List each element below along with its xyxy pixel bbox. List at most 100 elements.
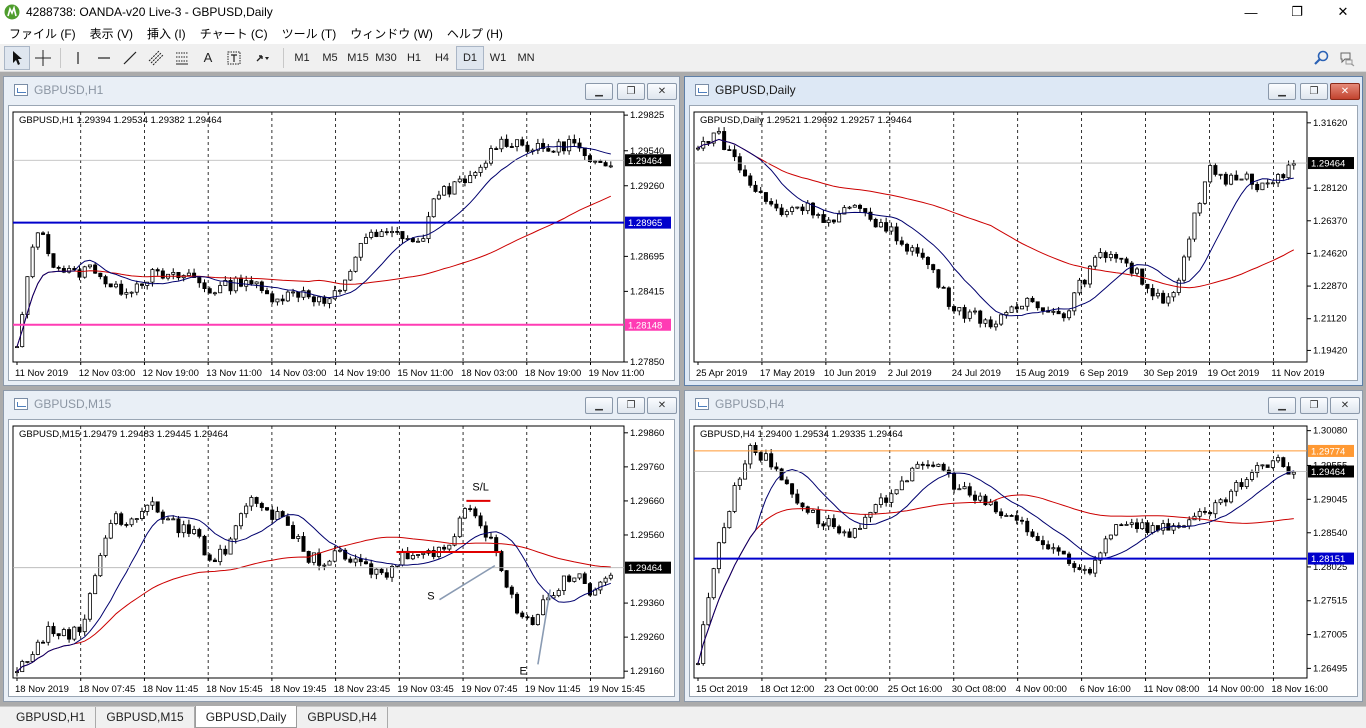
maximize-button[interactable]: ❐	[1274, 0, 1320, 24]
timeframe-m1[interactable]: M1	[288, 46, 316, 70]
chart-close-button[interactable]: ✕	[1330, 83, 1360, 100]
time-tick-label: 18 Nov 16:00	[1271, 684, 1328, 695]
time-tick-label: 18 Nov 19:45	[270, 684, 327, 695]
price-tick-label: 1.24620	[1313, 248, 1347, 259]
candle-body	[1040, 540, 1045, 546]
candle-body	[509, 146, 514, 148]
equidistant-channel-tool[interactable]	[143, 46, 169, 70]
candle-body	[983, 495, 988, 506]
chart-window-m15[interactable]: GBPUSD,M15 ▁ ❐ ✕ 18 Nov 2019 18 Nov 07:45…	[3, 390, 680, 702]
tab-gbpusd-daily[interactable]: GBPUSD,Daily	[194, 706, 298, 728]
chart-window-titlebar[interactable]: GBPUSD,Daily ▁ ❐ ✕	[685, 77, 1362, 103]
menu-window[interactable]: ウィンドウ (W)	[343, 24, 440, 44]
chart-window-daily[interactable]: GBPUSD,Daily ▁ ❐ ✕ 25 Apr 2019 17 May 201…	[684, 76, 1363, 386]
chat-button[interactable]	[1334, 46, 1360, 70]
chart-area[interactable]: 25 Apr 2019 17 May 2019 10 Jun 2019 2 Jul 2…	[689, 105, 1358, 381]
chart-area[interactable]: 18 Nov 2019 18 Nov 07:45 18 Nov 11:45 18 No…	[8, 419, 675, 697]
chart-minimize-button[interactable]: ▁	[1268, 83, 1296, 100]
candle-body	[915, 247, 920, 254]
arrows-dropdown-tool[interactable]	[247, 46, 279, 70]
candle-body	[978, 495, 983, 501]
timeframe-h1[interactable]: H1	[400, 46, 428, 70]
chart-window-h4[interactable]: GBPUSD,H4 ▁ ❐ ✕ 15 Oct 2019 18 Oct 12:00 2…	[684, 390, 1363, 702]
candle-body	[390, 231, 395, 234]
candle-body	[363, 237, 368, 244]
candle-body	[1134, 268, 1139, 274]
chart-m15-canvas[interactable]: 18 Nov 2019 18 Nov 07:45 18 Nov 11:45 18 No…	[9, 420, 676, 698]
menu-tools[interactable]: ツール (T)	[275, 24, 344, 44]
tab-gbpusd-h1[interactable]: GBPUSD,H1	[6, 707, 97, 728]
search-button[interactable]	[1308, 46, 1334, 70]
title-bar[interactable]: 4288738: OANDA-v20 Live-3 - GBPUSD,Daily…	[0, 0, 1366, 24]
timeframe-d1[interactable]: D1	[456, 45, 484, 70]
chart-window-h1[interactable]: GBPUSD,H1 ▁ ❐ ✕ 11 Nov 2019 12 Nov 03:00 1…	[3, 76, 680, 386]
chart-h1-canvas[interactable]: 11 Nov 2019 12 Nov 03:00 12 Nov 19:00 13 No…	[9, 106, 676, 382]
cursor-tool[interactable]	[4, 45, 30, 70]
candle-body	[1108, 253, 1113, 259]
chart-window-titlebar[interactable]: GBPUSD,M15 ▁ ❐ ✕	[4, 391, 679, 417]
candle-body	[51, 253, 56, 268]
candle-body	[488, 148, 493, 164]
annotation-label-s: S	[427, 591, 434, 603]
text-a-icon: A	[203, 50, 213, 65]
candle-body	[322, 564, 327, 567]
text-label-tool[interactable]	[221, 46, 247, 70]
candle-body	[249, 497, 254, 507]
time-tick-label: 18 Nov 11:45	[142, 684, 198, 695]
chart-minimize-button[interactable]: ▁	[1268, 397, 1296, 414]
chart-window-titlebar[interactable]: GBPUSD,H4 ▁ ❐ ✕	[685, 391, 1362, 417]
candle-body	[1244, 173, 1249, 180]
candle-body	[727, 149, 732, 151]
menu-file[interactable]: ファイル (F)	[2, 24, 83, 44]
chart-minimize-button[interactable]: ▁	[585, 397, 613, 414]
menu-charts[interactable]: チャート (C)	[193, 24, 275, 44]
chart-window-titlebar[interactable]: GBPUSD,H1 ▁ ❐ ✕	[4, 77, 679, 103]
tab-gbpusd-h4[interactable]: GBPUSD,H4	[297, 707, 388, 728]
chart-restore-button[interactable]: ❐	[1300, 83, 1328, 100]
menu-insert[interactable]: 挿入 (I)	[140, 24, 193, 44]
timeframe-m30[interactable]: M30	[372, 46, 400, 70]
timeframe-m15[interactable]: M15	[344, 46, 372, 70]
chart-close-button[interactable]: ✕	[647, 397, 677, 414]
tab-gbpusd-m15[interactable]: GBPUSD,M15	[96, 707, 195, 728]
fibonacci-tool[interactable]	[169, 46, 195, 70]
candle-body	[1208, 512, 1213, 515]
horizontal-line-tool[interactable]	[91, 46, 117, 70]
candle-body	[1182, 256, 1187, 281]
candle-body	[847, 206, 852, 209]
menu-help[interactable]: ヘルプ (H)	[440, 24, 510, 44]
text-label-icon	[227, 51, 241, 64]
candle-body	[1239, 178, 1244, 181]
timeframe-mn[interactable]: MN	[512, 46, 540, 70]
timeframe-h4[interactable]: H4	[428, 46, 456, 70]
chart-restore-button[interactable]: ❐	[617, 397, 645, 414]
trendline-tool[interactable]	[117, 46, 143, 70]
metatrader-logo-icon	[4, 4, 20, 20]
candle-body	[1270, 182, 1275, 185]
chart-close-button[interactable]: ✕	[1330, 397, 1360, 414]
chart-area[interactable]: 15 Oct 2019 18 Oct 12:00 23 Oct 00:00 25 Oc…	[689, 419, 1358, 697]
menu-view[interactable]: 表示 (V)	[83, 24, 140, 44]
candle-body	[1145, 522, 1150, 533]
crosshair-tool[interactable]	[30, 46, 56, 70]
vertical-line-tool[interactable]	[65, 46, 91, 70]
chart-restore-button[interactable]: ❐	[1300, 397, 1328, 414]
candle-body	[910, 247, 915, 252]
text-tool[interactable]: A	[195, 46, 221, 70]
chart-daily-canvas[interactable]: 25 Apr 2019 17 May 2019 10 Jun 2019 2 Jul 2…	[690, 106, 1359, 382]
minimize-button[interactable]: —	[1228, 0, 1274, 24]
chart-close-button[interactable]: ✕	[647, 83, 677, 100]
chart-area[interactable]: 11 Nov 2019 12 Nov 03:00 12 Nov 19:00 13 No…	[8, 105, 675, 381]
chart-h4-canvas[interactable]: 15 Oct 2019 18 Oct 12:00 23 Oct 00:00 25 Oc…	[690, 420, 1359, 698]
candle-body	[1281, 457, 1286, 468]
candle-body	[711, 568, 716, 599]
close-button[interactable]: ✕	[1320, 0, 1366, 24]
candle-body	[447, 186, 452, 195]
timeframe-w1[interactable]: W1	[484, 46, 512, 70]
candle-body	[1234, 482, 1239, 492]
chart-restore-button[interactable]: ❐	[617, 83, 645, 100]
candle-body	[1129, 262, 1134, 274]
candle-body	[920, 463, 925, 466]
chart-minimize-button[interactable]: ▁	[585, 83, 613, 100]
timeframe-m5[interactable]: M5	[316, 46, 344, 70]
